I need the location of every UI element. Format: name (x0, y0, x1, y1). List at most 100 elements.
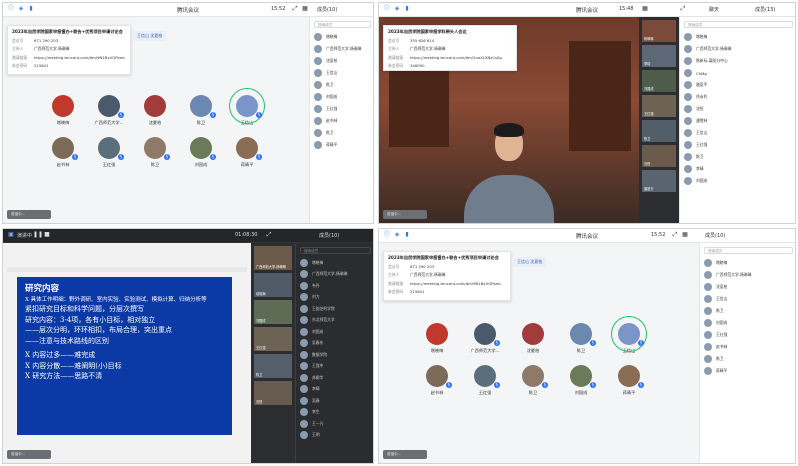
member-item[interactable]: 潘雪林 (680, 115, 795, 127)
video-thumb[interactable]: 陈卫 (642, 120, 676, 142)
member-item[interactable]: 吴春东 (296, 338, 373, 350)
layout-icon[interactable]: ▦ (301, 5, 309, 13)
member-item[interactable]: 王明 (296, 430, 373, 442)
member-item[interactable]: 沈夏柏 (700, 281, 795, 293)
gallery-tile[interactable]: 沈夏柏 (135, 95, 175, 126)
member-item[interactable]: 王信山 (680, 127, 795, 139)
member-item[interactable]: 陈卫 (700, 305, 795, 317)
member-item[interactable]: ChMg (680, 67, 795, 79)
member-item[interactable]: 沈夏柏 (310, 55, 373, 67)
member-item[interactable]: 沈恒 (680, 103, 795, 115)
member-item[interactable]: 唐夏平 (680, 79, 795, 91)
video-thumb[interactable]: 李晴 (642, 45, 676, 67)
stop-share-icon[interactable]: ■ (43, 231, 51, 239)
member-item[interactable]: 王强中 (296, 361, 373, 373)
member-item[interactable]: 东北师范大学 (296, 315, 373, 327)
gallery-tile[interactable]: § 王红强 (465, 365, 505, 396)
member-item[interactable]: 韦丹 (296, 280, 373, 292)
gallery-tile[interactable]: § 陈卫 (181, 95, 221, 126)
members-header[interactable]: 成员(13) (755, 6, 775, 13)
gallery-tile[interactable]: § 赵书林 (417, 365, 457, 396)
gallery-tile[interactable]: 沈夏柏 (513, 323, 553, 354)
gallery-tile[interactable]: 增晓梅 (43, 95, 83, 126)
member-item[interactable]: 刘国成 (310, 91, 373, 103)
chat-label[interactable]: 聊天 (709, 6, 719, 13)
member-item[interactable]: 数据学院 (296, 349, 373, 361)
pause-icon[interactable]: ❚❚ (33, 231, 43, 239)
member-item[interactable]: 王红强 (680, 139, 795, 151)
video-thumb[interactable]: 广西师范大学-杨琳琳 (254, 246, 292, 270)
member-item[interactable]: 陈新标-襄阳分中心 (680, 55, 795, 67)
video-thumb[interactable]: 刘国成 (254, 300, 292, 324)
member-item[interactable]: 王信山 (310, 67, 373, 79)
meeting-link[interactable]: https://meeting.tencent.com/dm/9N1BxVQPo… (34, 55, 125, 61)
gallery-tile[interactable]: § 蒋晴平 (609, 365, 649, 396)
member-item[interactable]: 赵书林 (700, 341, 795, 353)
members-header[interactable]: 成员(10) (705, 232, 725, 239)
gallery-tile[interactable]: § 广西师范大学... (465, 323, 505, 354)
video-thumb[interactable]: 刘国成 (642, 70, 676, 92)
member-item[interactable]: 王韵芝的学院 (296, 303, 373, 315)
video-thumb[interactable]: 杨琳琳 (642, 20, 676, 42)
layout-icon[interactable]: ▦ (641, 5, 649, 13)
member-item[interactable]: 王一凡 (296, 418, 373, 430)
member-item[interactable]: 徐永利 (680, 91, 795, 103)
member-item[interactable]: 蒋晴平 (310, 139, 373, 151)
gallery-tile[interactable]: 增晓梅 (417, 323, 457, 354)
member-search-input[interactable]: 搜索成员 (704, 247, 793, 254)
member-item[interactable]: 李晴 (680, 163, 795, 175)
member-item[interactable]: 增晓梅 (680, 31, 795, 43)
layout-icon[interactable]: ▦ (681, 231, 689, 239)
fullscreen-icon[interactable]: ⤢ (671, 231, 679, 239)
members-header[interactable]: 成员(10) (317, 6, 337, 13)
video-thumb[interactable]: 陈卫 (254, 354, 292, 378)
fullscreen-icon[interactable]: ⤢ (265, 231, 273, 239)
meeting-link[interactable]: https://meeting.tencent.com/dm/2noXLXNsC… (410, 55, 502, 61)
meeting-link[interactable]: https://meeting.tencent.com/dm/9N1BxVQPo… (410, 281, 501, 287)
video-thumb[interactable]: 王红强 (642, 95, 676, 117)
member-item[interactable]: 陈卫 (680, 151, 795, 163)
video-thumb[interactable]: 王红强 (254, 327, 292, 351)
member-item[interactable]: 刘力 (296, 292, 373, 304)
member-item[interactable]: 李生 (296, 407, 373, 419)
member-item[interactable]: 增晓梅 (296, 257, 373, 269)
member-search-input[interactable]: 搜索成员 (314, 21, 371, 28)
gallery-tile[interactable]: § 广西师范大学... (89, 95, 129, 126)
member-item[interactable]: 刘国成 (700, 317, 795, 329)
member-search-input[interactable]: 搜索成员 (684, 21, 793, 28)
meeting-id[interactable]: 671 290 203 (410, 264, 434, 270)
gallery-tile[interactable]: § 王红强 (89, 137, 129, 168)
meeting-id[interactable]: 355 626 614 (410, 38, 434, 44)
meeting-id[interactable]: 671 290 203 (34, 38, 58, 44)
fullscreen-icon[interactable]: ⤢ (291, 5, 299, 13)
member-item[interactable]: 吴春 (296, 395, 373, 407)
member-item[interactable]: 广西师范大学-杨琳琳 (310, 43, 373, 55)
members-header[interactable]: 成员(10) (319, 232, 339, 239)
member-item[interactable]: 陈卫 (310, 79, 373, 91)
gallery-tile[interactable]: § 陈卫 (561, 323, 601, 354)
gallery-tile[interactable]: § 刘国成 (561, 365, 601, 396)
video-thumb[interactable]: 增晓梅 (254, 273, 292, 297)
member-item[interactable]: 广西师范大学-杨琳琳 (680, 43, 795, 55)
member-item[interactable]: 陈卫 (310, 127, 373, 139)
member-item[interactable]: 增晓梅 (310, 31, 373, 43)
member-item[interactable]: 苏柳华 (296, 372, 373, 384)
member-item[interactable]: 刘国成 (680, 175, 795, 187)
member-item[interactable]: 陈卫 (700, 353, 795, 365)
gallery-tile[interactable]: § 刘国成 (181, 137, 221, 168)
member-item[interactable]: 广西师范大学-杨琳琳 (296, 269, 373, 281)
gallery-tile[interactable]: § 陈卫 (513, 365, 553, 396)
gallery-tile[interactable]: § 蒋晴平 (227, 137, 267, 168)
member-item[interactable]: 增晓梅 (700, 257, 795, 269)
gallery-tile[interactable]: § 陈卫 (135, 137, 175, 168)
video-thumb[interactable]: 沈恒 (642, 145, 676, 167)
member-item[interactable]: 赵书林 (310, 115, 373, 127)
member-item[interactable]: 广西师范大学-杨琳琳 (700, 269, 795, 281)
video-thumb[interactable]: 沈恒 (254, 381, 292, 405)
gallery-tile[interactable]: § 赵书林 (43, 137, 83, 168)
member-item[interactable]: 李晴 (296, 384, 373, 396)
share-icon[interactable]: ▣ (7, 231, 15, 239)
member-item[interactable]: 刘国成 (296, 326, 373, 338)
member-item[interactable]: 王红强 (310, 103, 373, 115)
fullscreen-icon[interactable]: ⤢ (679, 5, 687, 13)
